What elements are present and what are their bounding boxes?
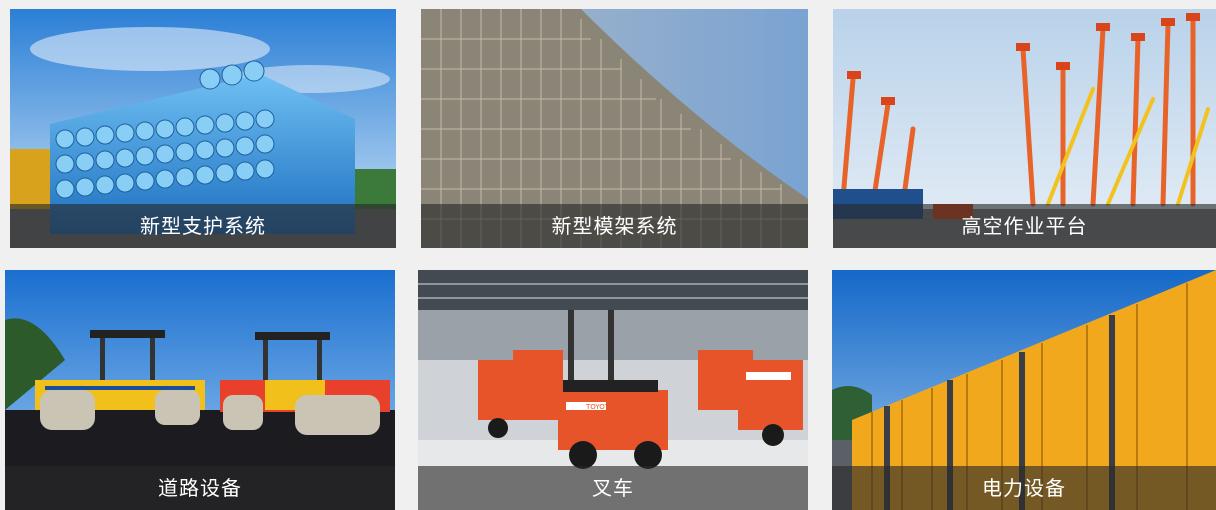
product-card-aerial-platform[interactable]: 高空作业平台 [833,9,1216,248]
product-card-formwork-system[interactable]: 新型模架系统 [421,9,808,248]
product-card-label: 电力设备 [832,466,1216,510]
product-card-label: 新型模架系统 [421,204,808,248]
product-card-label: 道路设备 [5,466,395,510]
product-card-label: 新型支护系统 [10,204,396,248]
product-card-road-equipment[interactable]: 道路设备 [5,270,395,510]
product-card-label: 叉车 [418,466,808,510]
product-grid: 新型支护系统 新型模架系统 高空作业平台 道路设备 TOYOTA 叉车 电力设备 [0,0,1216,510]
product-card-label: 高空作业平台 [833,204,1216,248]
product-card-power-equipment[interactable]: 电力设备 [832,270,1216,510]
forklift-brand-text: TOYOTA [585,403,614,411]
product-card-support-system[interactable]: 新型支护系统 [10,9,396,248]
product-card-forklift[interactable]: TOYOTA 叉车 [418,270,808,510]
